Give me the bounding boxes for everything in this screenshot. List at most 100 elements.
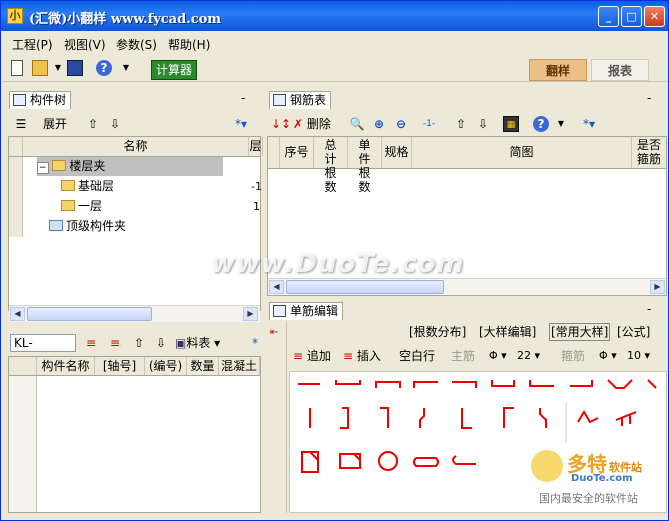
up-arrow-icon[interactable]: ⇧ bbox=[453, 116, 469, 132]
tab-component-tree[interactable]: 构件树 bbox=[9, 91, 72, 109]
panel-minimize[interactable]: - bbox=[647, 91, 651, 105]
menu-params[interactable]: 参数(S) bbox=[116, 36, 157, 53]
star-icon[interactable]: * bbox=[247, 335, 263, 351]
print-icon: ▣ bbox=[175, 336, 187, 350]
window-title: (汇微)小翻样 www.fycad.com bbox=[29, 12, 222, 27]
rebar-hscroll[interactable]: ◀ ▶ bbox=[268, 278, 666, 295]
minimize-button[interactable]: _ bbox=[598, 6, 619, 27]
help-icon[interactable]: ? bbox=[96, 60, 112, 76]
add-row-icon[interactable]: ≡ bbox=[83, 335, 99, 351]
tab-report[interactable]: 报表 bbox=[591, 59, 649, 81]
tree-tab-icon bbox=[13, 94, 26, 106]
row-headers bbox=[9, 376, 37, 512]
search-icon[interactable]: 🔍 bbox=[349, 116, 365, 132]
down-arrow-icon[interactable]: ⇩ bbox=[475, 116, 491, 132]
tree-item-foundation[interactable]: 基础层 bbox=[61, 177, 114, 196]
collapse-icon[interactable]: − bbox=[37, 162, 49, 174]
insert-row-icon[interactable]: ≡ bbox=[107, 335, 123, 351]
tree-item-top-folder[interactable]: 顶级构件夹 bbox=[49, 217, 126, 236]
maximize-button[interactable]: □ bbox=[621, 6, 642, 27]
pin-icon[interactable]: ⇤ bbox=[270, 327, 278, 338]
link-formula[interactable]: [公式] bbox=[617, 323, 650, 341]
link-detail-edit[interactable]: [大样编辑] bbox=[479, 323, 536, 341]
tab-single-rebar[interactable]: 单筋编辑 bbox=[269, 302, 344, 320]
menu-help[interactable]: 帮助(H) bbox=[168, 36, 210, 53]
single-panel-header: 单筋编辑 - bbox=[267, 300, 667, 320]
help-icon[interactable]: ? bbox=[533, 116, 549, 132]
up-arrow-icon[interactable]: ⇧ bbox=[85, 116, 101, 132]
scroll-thumb[interactable] bbox=[27, 307, 152, 321]
tree-toolbar: ☰ 展开 ⇧ ⇩ *▾ bbox=[7, 113, 261, 135]
shape-stirrup-rect bbox=[339, 453, 361, 469]
link-count-distribution[interactable]: [根数分布] bbox=[409, 323, 466, 341]
delete-button[interactable]: ✗ 删除 bbox=[293, 115, 331, 133]
tree-item-floor-folder[interactable]: − 楼层夹 bbox=[37, 157, 223, 176]
sort-icon[interactable]: ↓↕ bbox=[271, 116, 291, 132]
blank-row-button[interactable]: 空白行 bbox=[399, 347, 435, 365]
measure-icon[interactable]: -1- bbox=[421, 116, 437, 132]
append-button[interactable]: ≡ 追加 bbox=[293, 347, 331, 365]
scroll-right-icon[interactable]: ▶ bbox=[243, 307, 258, 321]
tab-rebar-table[interactable]: 钢筋表 bbox=[269, 91, 332, 109]
materials-button[interactable]: ▣料表 ▾ bbox=[175, 334, 220, 352]
main-size-select[interactable]: 22 ▾ bbox=[517, 347, 540, 365]
col-index: 序号 bbox=[280, 137, 314, 168]
star-icon[interactable]: *▾ bbox=[233, 116, 249, 132]
shape-circle bbox=[378, 451, 398, 471]
tree-panel-header: 构件树 - bbox=[7, 89, 261, 109]
down-arrow-icon[interactable]: ⇩ bbox=[153, 335, 169, 351]
scroll-right-icon[interactable]: ▶ bbox=[650, 280, 665, 294]
expand-button[interactable]: 展开 bbox=[43, 115, 67, 133]
tree-list-icon[interactable]: ☰ bbox=[13, 116, 29, 132]
shape-corner-right bbox=[380, 407, 389, 428]
open-folder-icon[interactable] bbox=[32, 60, 48, 76]
row-header-corner bbox=[9, 137, 23, 156]
col-concrete: 混凝土 bbox=[219, 357, 260, 375]
scroll-left-icon[interactable]: ◀ bbox=[269, 280, 284, 294]
calendar-icon[interactable]: ▦ bbox=[503, 116, 519, 132]
materials-label: 料表 bbox=[186, 336, 211, 350]
scroll-thumb[interactable] bbox=[286, 280, 444, 294]
component-input[interactable]: KL- bbox=[10, 334, 76, 352]
shape-bracket-right bbox=[340, 407, 349, 429]
single-edit-toolbar: ≡ 追加 ≡ 插入 空白行 主筋 Φ ▾ 22 ▾ 箍筋 Φ ▾ 10 ▾ bbox=[289, 347, 667, 369]
tree-item-layer-value: -1 bbox=[251, 180, 262, 193]
insert-button[interactable]: ≡ 插入 bbox=[343, 347, 381, 365]
tab-fanyang[interactable]: 翻样 bbox=[529, 59, 587, 81]
insert-icon: ≡ bbox=[343, 349, 354, 363]
dropdown-arrow-icon[interactable]: ▼ bbox=[50, 60, 66, 76]
shape-u-short bbox=[335, 380, 361, 385]
shape-bent-bar bbox=[615, 411, 637, 426]
scroll-left-icon[interactable]: ◀ bbox=[10, 307, 25, 321]
tree-item-first-floor[interactable]: 一层 bbox=[61, 197, 102, 216]
zoom-out-icon[interactable]: ⊖ bbox=[393, 116, 409, 132]
save-icon[interactable] bbox=[67, 60, 83, 76]
shape-kink bbox=[419, 408, 425, 428]
panel-minimize[interactable]: - bbox=[241, 91, 245, 105]
calculator-button[interactable]: 计算器 bbox=[151, 60, 197, 80]
folder-icon bbox=[52, 160, 67, 171]
menu-project[interactable]: 工程(P) bbox=[12, 36, 53, 53]
tree-item-layer-value: 1 bbox=[253, 200, 260, 213]
stirrup-size-select[interactable]: 10 ▾ bbox=[627, 347, 650, 365]
panel-minimize[interactable]: - bbox=[647, 302, 651, 316]
tree-item-label: 楼层夹 bbox=[69, 159, 106, 173]
link-common-detail[interactable]: [常用大样] bbox=[549, 323, 611, 341]
star-icon[interactable]: *▾ bbox=[581, 116, 597, 132]
tree-hscroll[interactable]: ◀ ▶ bbox=[9, 305, 260, 322]
close-button[interactable]: ✕ bbox=[644, 6, 665, 27]
menu-bar: 工程(P) 视图(V) 参数(S) 帮助(H) bbox=[2, 32, 668, 54]
help-dropdown-icon[interactable]: ▼ bbox=[118, 60, 134, 76]
menu-view[interactable]: 视图(V) bbox=[64, 36, 106, 53]
zoom-in-icon[interactable]: ⊕ bbox=[371, 116, 387, 132]
new-file-icon[interactable] bbox=[11, 60, 23, 76]
stirrup-button[interactable]: 箍筋 bbox=[561, 347, 585, 365]
main-grade-select[interactable]: Φ ▾ bbox=[489, 347, 507, 365]
shape-loop bbox=[413, 457, 439, 467]
stirrup-grade-select[interactable]: Φ ▾ bbox=[599, 347, 617, 365]
tree-tab-label: 构件树 bbox=[30, 93, 67, 107]
dropdown-arrow-icon[interactable]: ▼ bbox=[553, 116, 569, 132]
down-arrow-icon[interactable]: ⇩ bbox=[107, 116, 123, 132]
main-rebar-button[interactable]: 主筋 bbox=[451, 347, 475, 365]
up-arrow-icon[interactable]: ⇧ bbox=[131, 335, 147, 351]
